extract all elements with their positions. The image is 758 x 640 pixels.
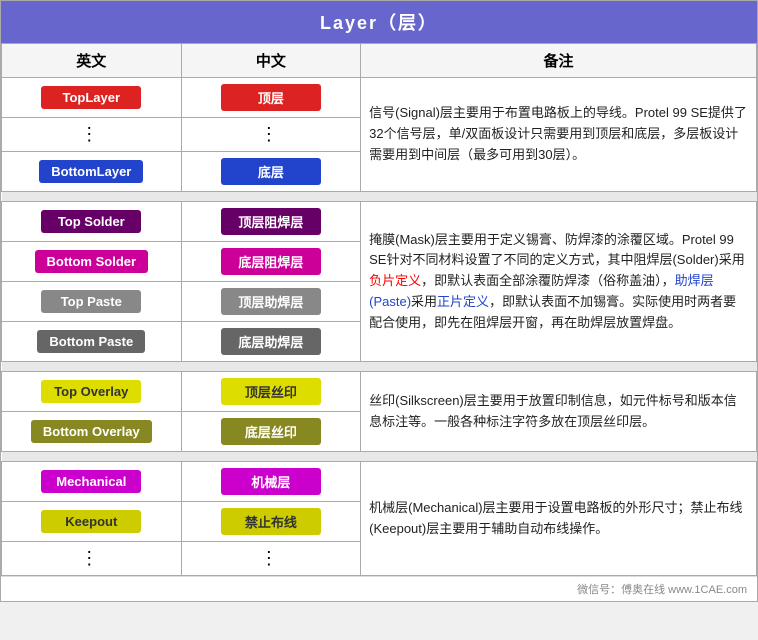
header-note: 备注 bbox=[361, 44, 757, 78]
zh-badge: 顶层 bbox=[221, 84, 321, 111]
en-badge: Mechanical bbox=[41, 470, 141, 493]
note-highlight: 负片定义 bbox=[369, 273, 421, 288]
en-badge: Bottom Solder bbox=[35, 250, 149, 273]
en-cell: Top Paste bbox=[2, 282, 182, 322]
zh-cell: ⋮ bbox=[181, 118, 361, 152]
zh-badge: 顶层助焊层 bbox=[221, 288, 321, 315]
zh-cell: 顶层 bbox=[181, 78, 361, 118]
note-cell: 掩膜(Mask)层主要用于定义锡膏、防焊漆的涂覆区域。Protel 99 SE针… bbox=[361, 202, 757, 362]
dots-en: ⋮ bbox=[80, 548, 102, 568]
dots-en: ⋮ bbox=[80, 124, 102, 144]
zh-badge: 顶层阻焊层 bbox=[221, 208, 321, 235]
zh-cell: 底层阻焊层 bbox=[181, 242, 361, 282]
table-row: Top Solder顶层阻焊层掩膜(Mask)层主要用于定义锡膏、防焊漆的涂覆区… bbox=[2, 202, 757, 242]
en-cell: Mechanical bbox=[2, 462, 182, 502]
header-en: 英文 bbox=[2, 44, 182, 78]
watermark: 微信号：傅奥在线 www.1CAE.com bbox=[1, 576, 757, 601]
zh-cell: 底层丝印 bbox=[181, 412, 361, 452]
main-container: Layer（层） 英文 中文 备注 TopLayer 顶层 信号(Signal)层主… bbox=[0, 0, 758, 602]
en-badge: BottomLayer bbox=[39, 160, 143, 183]
dots-zh: ⋮ bbox=[260, 548, 282, 568]
note-cell: 机械层(Mechanical)层主要用于设置电路板的外形尺寸；禁止布线(Keep… bbox=[361, 462, 757, 576]
table-row: TopLayer顶层信号(Signal)层主要用于布置电路板上的导线。Prote… bbox=[2, 78, 757, 118]
zh-badge: 底层丝印 bbox=[221, 418, 321, 445]
section-divider bbox=[2, 192, 757, 202]
zh-badge: 底层阻焊层 bbox=[221, 248, 321, 275]
note-highlight: 正片定义 bbox=[437, 294, 489, 309]
zh-cell: 禁止布线 bbox=[181, 502, 361, 542]
en-badge: Bottom Paste bbox=[37, 330, 145, 353]
zh-badge: 底层助焊层 bbox=[221, 328, 321, 355]
en-cell: Bottom Solder bbox=[2, 242, 182, 282]
en-cell: BottomLayer bbox=[2, 152, 182, 192]
zh-cell: 顶层丝印 bbox=[181, 372, 361, 412]
en-cell: Keepout bbox=[2, 502, 182, 542]
dots-zh: ⋮ bbox=[260, 124, 282, 144]
en-badge: Top Paste bbox=[41, 290, 141, 313]
header-zh: 中文 bbox=[181, 44, 361, 78]
note-cell: 信号(Signal)层主要用于布置电路板上的导线。Protel 99 SE提供了… bbox=[361, 78, 757, 192]
zh-badge: 底层 bbox=[221, 158, 321, 185]
zh-badge: 顶层丝印 bbox=[221, 378, 321, 405]
en-badge: Top Solder bbox=[41, 210, 141, 233]
page-title: Layer（层） bbox=[1, 1, 757, 43]
en-cell: ⋮ bbox=[2, 118, 182, 152]
en-badge: Top Overlay bbox=[41, 380, 141, 403]
en-cell: Top Overlay bbox=[2, 372, 182, 412]
en-cell: Top Solder bbox=[2, 202, 182, 242]
zh-cell: 底层助焊层 bbox=[181, 322, 361, 362]
section-divider bbox=[2, 362, 757, 372]
en-cell: Bottom Paste bbox=[2, 322, 182, 362]
en-badge: Bottom Overlay bbox=[31, 420, 152, 443]
zh-cell: 底层 bbox=[181, 152, 361, 192]
section-divider bbox=[2, 452, 757, 462]
zh-badge: 禁止布线 bbox=[221, 508, 321, 535]
zh-cell: 顶层阻焊层 bbox=[181, 202, 361, 242]
table-row: Mechanical机械层机械层(Mechanical)层主要用于设置电路板的外… bbox=[2, 462, 757, 502]
en-cell: Bottom Overlay bbox=[2, 412, 182, 452]
table-row: Top Overlay顶层丝印丝印(Silkscreen)层主要用于放置印制信息… bbox=[2, 372, 757, 412]
en-badge: Keepout bbox=[41, 510, 141, 533]
en-cell: TopLayer bbox=[2, 78, 182, 118]
zh-badge: 机械层 bbox=[221, 468, 321, 495]
en-badge: TopLayer bbox=[41, 86, 141, 109]
zh-cell: 顶层助焊层 bbox=[181, 282, 361, 322]
zh-cell: 机械层 bbox=[181, 462, 361, 502]
zh-cell: ⋮ bbox=[181, 542, 361, 576]
en-cell: ⋮ bbox=[2, 542, 182, 576]
note-highlight: 助焊层(Paste) bbox=[369, 273, 714, 309]
note-cell: 丝印(Silkscreen)层主要用于放置印制信息，如元件标号和版本信息标注等。… bbox=[361, 372, 757, 452]
layer-table: 英文 中文 备注 TopLayer 顶层 信号(Signal)层主要用于布置电路板上… bbox=[1, 43, 757, 576]
header-row: 英文 中文 备注 bbox=[2, 44, 757, 78]
